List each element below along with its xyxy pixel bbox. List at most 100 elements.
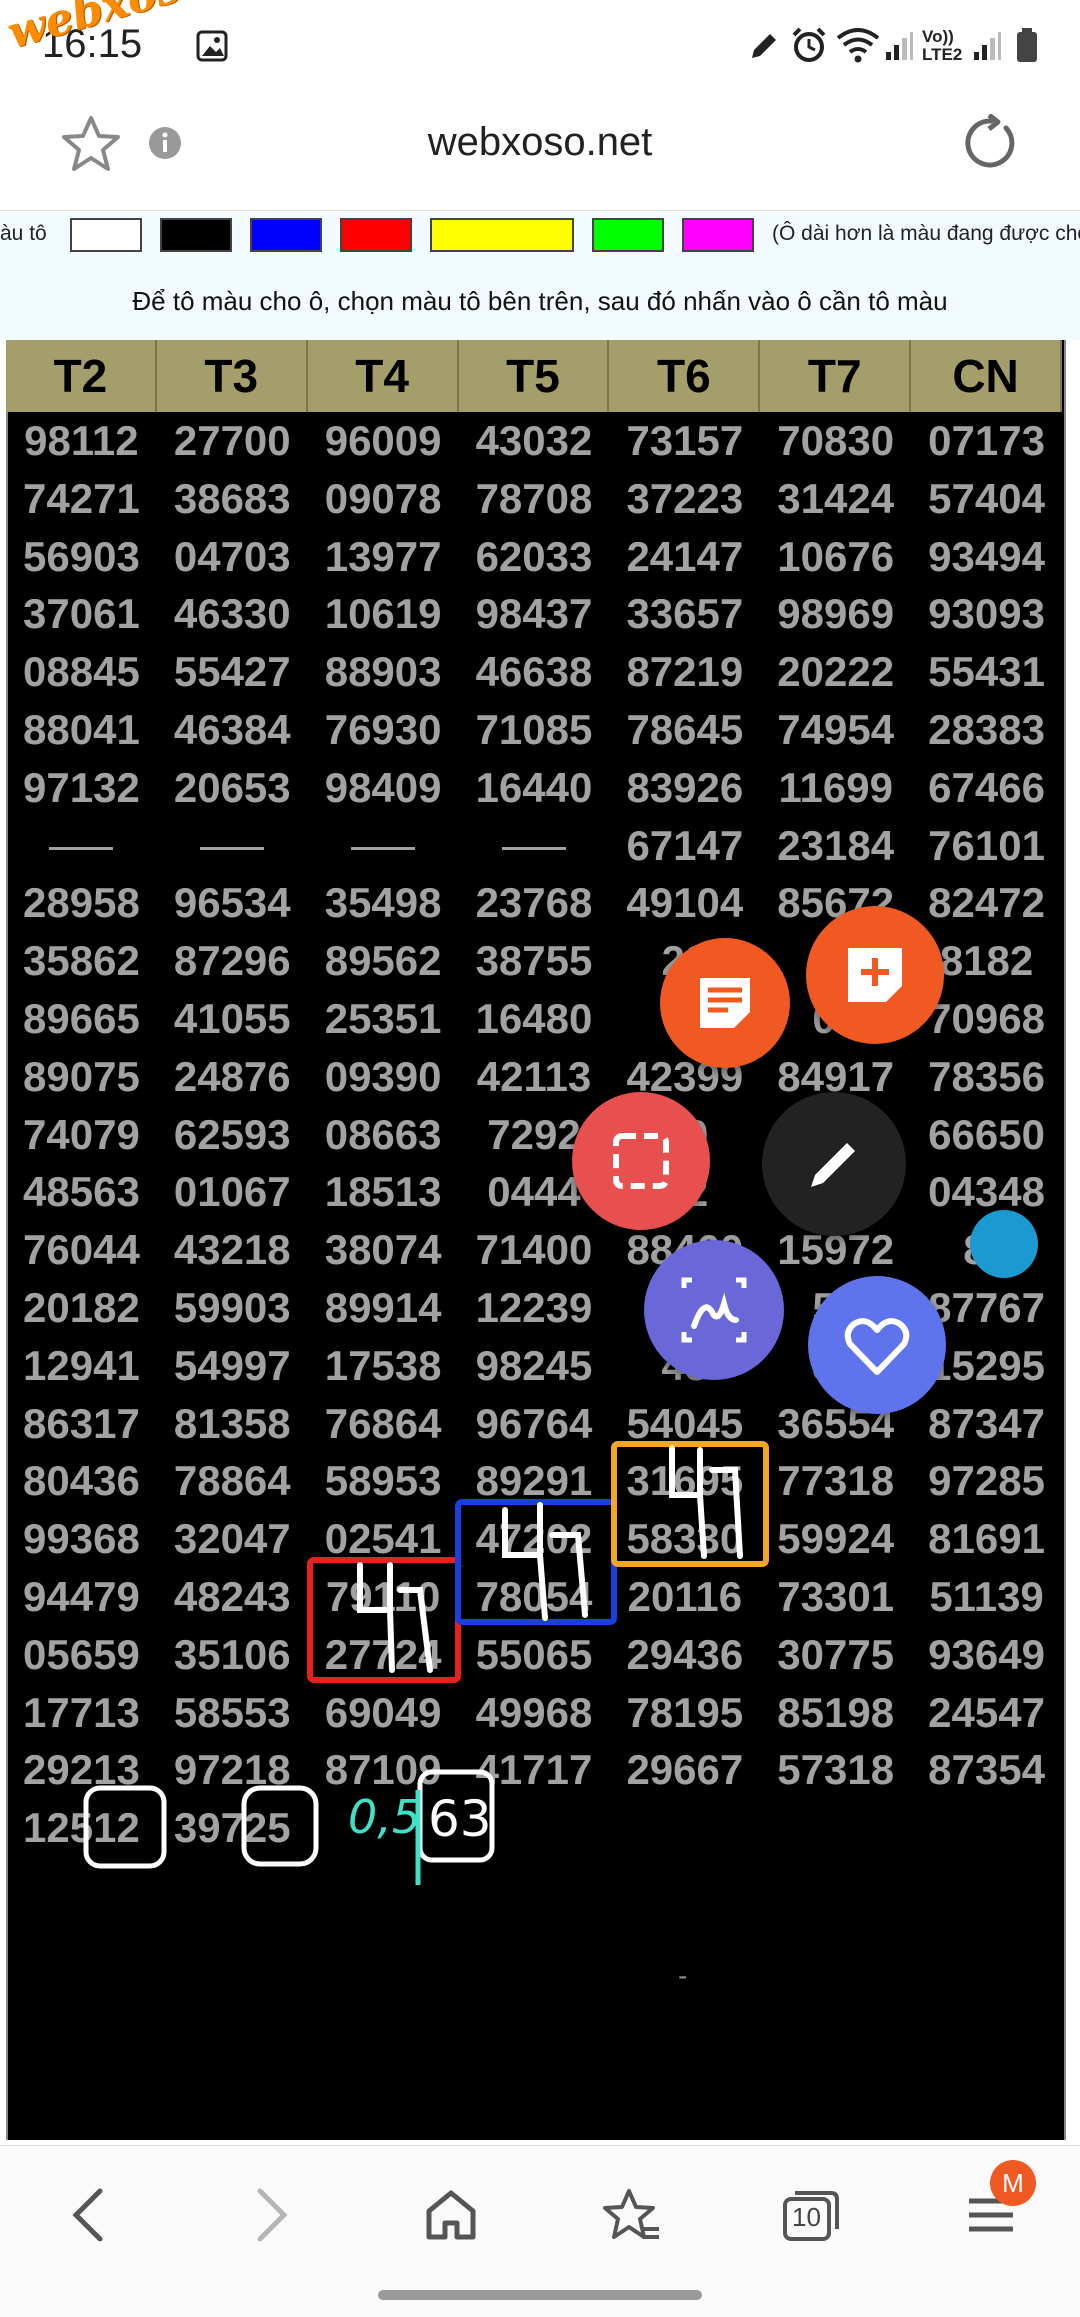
number-cell[interactable]: 66650 xyxy=(911,1106,1062,1164)
number-cell[interactable]: 51139 xyxy=(911,1568,1062,1626)
number-cell[interactable]: 17538 xyxy=(308,1337,459,1395)
number-cell[interactable]: 83926 xyxy=(609,759,760,817)
number-cell[interactable]: 08845 xyxy=(6,643,157,701)
number-cell[interactable]: 78356 xyxy=(911,1048,1062,1106)
number-cell[interactable]: 49968 xyxy=(459,1684,610,1742)
number-cell[interactable]: 78645 xyxy=(609,701,760,759)
number-cell[interactable]: 02541 xyxy=(308,1510,459,1568)
number-cell[interactable]: 58553 xyxy=(157,1684,308,1742)
number-cell[interactable]: 55431 xyxy=(911,643,1062,701)
number-cell[interactable]: 31424 xyxy=(760,470,911,528)
number-cell[interactable]: 20182 xyxy=(6,1279,157,1337)
number-cell[interactable]: 89914 xyxy=(308,1279,459,1337)
number-cell[interactable]: 76864 xyxy=(308,1395,459,1453)
home-indicator[interactable] xyxy=(378,2290,702,2300)
number-cell[interactable]: 71400 xyxy=(459,1221,610,1279)
number-cell[interactable]: 94479 xyxy=(6,1568,157,1626)
number-cell[interactable]: 33657 xyxy=(609,585,760,643)
number-cell[interactable]: 08663 xyxy=(308,1106,459,1164)
number-cell[interactable]: 16440 xyxy=(459,759,610,817)
number-cell[interactable]: 74271 xyxy=(6,470,157,528)
number-cell[interactable]: 12512 xyxy=(6,1799,157,1857)
number-cell[interactable]: 86317 xyxy=(6,1395,157,1453)
number-cell[interactable]: 28383 xyxy=(911,701,1062,759)
swatch-white[interactable] xyxy=(70,218,142,252)
number-cell[interactable]: 58330 xyxy=(609,1510,760,1568)
number-cell[interactable]: 77318 xyxy=(760,1452,911,1510)
number-cell[interactable]: 76044 xyxy=(6,1221,157,1279)
number-cell[interactable]: 20222 xyxy=(760,643,911,701)
number-cell[interactable]: 42113 xyxy=(459,1048,610,1106)
number-cell[interactable]: 54045 xyxy=(609,1395,760,1453)
number-cell[interactable]: 67147 xyxy=(609,817,760,875)
number-cell[interactable]: 12239 xyxy=(459,1279,610,1337)
number-cell[interactable]: 80436 xyxy=(6,1452,157,1510)
number-cell[interactable]: 32047 xyxy=(157,1510,308,1568)
heart-fab[interactable] xyxy=(808,1276,946,1414)
floating-handle[interactable] xyxy=(970,1210,1038,1278)
number-cell[interactable]: 70830 xyxy=(760,412,911,470)
number-cell[interactable]: 46330 xyxy=(157,585,308,643)
number-cell[interactable]: 13977 xyxy=(308,528,459,586)
number-cell[interactable]: 76930 xyxy=(308,701,459,759)
number-cell[interactable]: 73301 xyxy=(760,1568,911,1626)
number-cell[interactable]: 78708 xyxy=(459,470,610,528)
number-cell[interactable]: 29667 xyxy=(609,1741,760,1799)
number-cell[interactable]: 81691 xyxy=(911,1510,1062,1568)
number-cell[interactable]: 09078 xyxy=(308,470,459,528)
number-cell[interactable]: 98437 xyxy=(459,585,610,643)
number-cell[interactable]: 59924 xyxy=(760,1510,911,1568)
number-cell[interactable]: 10619 xyxy=(308,585,459,643)
number-cell[interactable]: 55427 xyxy=(157,643,308,701)
number-cell[interactable]: 04348 xyxy=(911,1163,1062,1221)
number-cell[interactable]: 62593 xyxy=(157,1106,308,1164)
number-cell[interactable]: 41055 xyxy=(157,990,308,1048)
number-cell[interactable]: 49104 xyxy=(609,874,760,932)
number-cell[interactable]: 31695 xyxy=(609,1452,760,1510)
number-cell[interactable]: 85198 xyxy=(760,1684,911,1742)
number-cell[interactable]: 54997 xyxy=(157,1337,308,1395)
number-cell[interactable]: 07173 xyxy=(911,412,1062,470)
number-cell[interactable]: 69049 xyxy=(308,1684,459,1742)
number-cell[interactable]: 98112 xyxy=(6,412,157,470)
number-cell[interactable]: 46638 xyxy=(459,643,610,701)
number-cell[interactable]: 98245 xyxy=(459,1337,610,1395)
number-cell[interactable]: 89562 xyxy=(308,932,459,990)
number-cell[interactable]: 37061 xyxy=(6,585,157,643)
number-cell[interactable]: 99368 xyxy=(6,1510,157,1568)
number-cell[interactable]: 57404 xyxy=(911,470,1062,528)
number-cell[interactable]: 82472 xyxy=(911,874,1062,932)
swatch-yellow-selected[interactable] xyxy=(430,218,574,252)
screen-write-fab[interactable] xyxy=(644,1240,784,1380)
number-cell[interactable]: 20116 xyxy=(609,1568,760,1626)
number-cell[interactable]: 48243 xyxy=(157,1568,308,1626)
swatch-black[interactable] xyxy=(160,218,232,252)
forward-button[interactable] xyxy=(226,2170,316,2260)
number-cell[interactable]: 87296 xyxy=(157,932,308,990)
address-bar-title[interactable]: webxoso.net xyxy=(0,120,1080,165)
number-cell[interactable]: 71085 xyxy=(459,701,610,759)
number-cell[interactable]: 87219 xyxy=(609,643,760,701)
number-cell[interactable]: 24547 xyxy=(911,1684,1062,1742)
tabs-button[interactable]: 10 xyxy=(766,2170,856,2260)
number-cell[interactable]: 23768 xyxy=(459,874,610,932)
number-cell[interactable]: 38074 xyxy=(308,1221,459,1279)
number-cell[interactable]: 67466 xyxy=(911,759,1062,817)
number-cell[interactable]: 78864 xyxy=(157,1452,308,1510)
number-cell[interactable]: 57318 xyxy=(760,1741,911,1799)
number-cell[interactable]: 16480 xyxy=(459,990,610,1048)
number-cell[interactable]: 24876 xyxy=(157,1048,308,1106)
number-cell[interactable]: 29436 xyxy=(609,1626,760,1684)
number-cell[interactable]: 35862 xyxy=(6,932,157,990)
number-cell[interactable]: 87347 xyxy=(911,1395,1062,1453)
smart-select-fab[interactable] xyxy=(572,1092,710,1230)
number-cell[interactable]: 89665 xyxy=(6,990,157,1048)
number-cell[interactable]: 87354 xyxy=(911,1741,1062,1799)
number-cell[interactable]: 43218 xyxy=(157,1221,308,1279)
number-cell[interactable]: 05659 xyxy=(6,1626,157,1684)
add-note-fab[interactable] xyxy=(806,906,944,1044)
number-cell[interactable]: 78054 xyxy=(459,1568,610,1626)
number-cell[interactable]: 55065 xyxy=(459,1626,610,1684)
number-cell[interactable]: 96009 xyxy=(308,412,459,470)
pen-fab[interactable] xyxy=(762,1092,906,1236)
